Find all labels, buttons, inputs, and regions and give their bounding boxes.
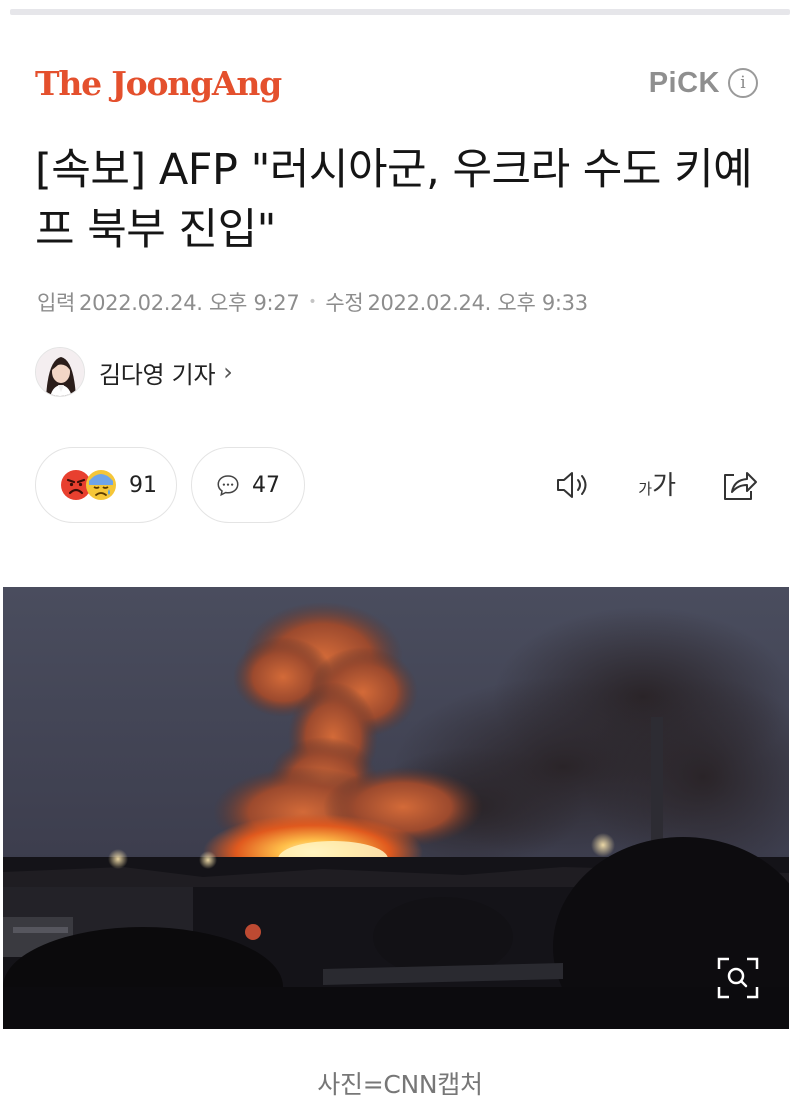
- site-header: The JoongAng PiCK i: [35, 58, 758, 108]
- author-name[interactable]: 김다영 기자: [99, 355, 216, 390]
- author-avatar[interactable]: [35, 347, 85, 397]
- share-button[interactable]: [720, 465, 758, 505]
- font-size-small-icon: 가: [638, 480, 653, 498]
- comment-count: 47: [252, 472, 280, 498]
- sad-face-icon: [86, 470, 116, 500]
- article-headline: [속보] AFP "러시아군, 우크라 수도 키예프 북부 진입": [35, 145, 753, 255]
- article-tools: 가 가: [554, 465, 758, 505]
- speaker-icon: [557, 472, 587, 498]
- reaction-button[interactable]: 91: [35, 447, 177, 523]
- modified-time: 2022.02.24. 오후 9:33: [367, 291, 588, 315]
- modified-label: 수정: [325, 291, 364, 315]
- zoom-button[interactable]: [717, 957, 759, 999]
- article-photo[interactable]: [3, 587, 789, 1029]
- author-byline[interactable]: 김다영 기자 ›: [35, 347, 233, 397]
- published-label: 입력: [37, 291, 76, 315]
- font-size-large-icon: 가: [652, 471, 676, 501]
- pick-badge[interactable]: PiCK i: [649, 67, 758, 100]
- photo-caption: 사진=CNN캡처: [317, 1070, 483, 1099]
- chevron-right-icon: ›: [223, 358, 233, 386]
- meta-separator: •: [308, 294, 317, 310]
- reaction-count: 91: [129, 472, 157, 498]
- comment-button[interactable]: 47: [191, 447, 305, 523]
- published-time: 2022.02.24. 오후 9:27: [79, 291, 300, 315]
- zoom-icon: [717, 957, 759, 999]
- article-timestamps: 입력 2022.02.24. 오후 9:27 • 수정 2022.02.24. …: [37, 287, 588, 317]
- font-size-button[interactable]: 가 가: [638, 465, 676, 505]
- top-divider: [0, 0, 800, 15]
- reaction-emojis: [60, 469, 117, 501]
- comment-bubble-icon: [217, 475, 239, 497]
- pick-label: PiCK: [648, 66, 720, 99]
- article-actions: 91 47 가 가: [35, 447, 758, 523]
- share-icon: [724, 472, 757, 500]
- brand-logo[interactable]: The JoongAng: [35, 64, 282, 103]
- listen-button[interactable]: [554, 465, 594, 505]
- info-circle-icon[interactable]: i: [728, 68, 758, 98]
